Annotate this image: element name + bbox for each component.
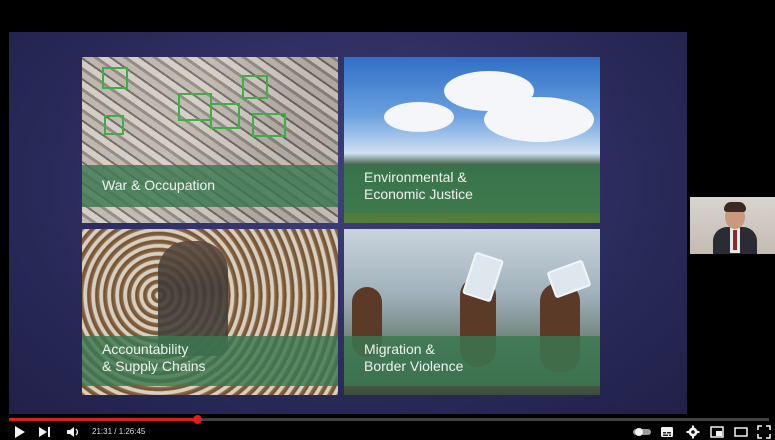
- tile-label-line2: & Supply Chains: [102, 358, 206, 374]
- tile-war-occupation: War & Occupation: [82, 57, 338, 223]
- miniplayer-icon[interactable]: [710, 425, 724, 439]
- highlight-box: [102, 67, 128, 89]
- cloud: [384, 102, 454, 132]
- fullscreen-icon[interactable]: [757, 425, 771, 439]
- tile-label-line1: Migration &: [364, 341, 435, 357]
- gear-icon[interactable]: [686, 425, 700, 439]
- webcam-feed: [690, 197, 775, 254]
- next-icon[interactable]: [38, 425, 52, 439]
- tile-migration-border-violence: Migration & Border Violence: [344, 229, 600, 395]
- highlight-box: [178, 93, 212, 121]
- speaker-tie: [733, 230, 737, 250]
- tile-label-band: Accountability & Supply Chains: [82, 336, 338, 386]
- tile-label-line1: Accountability: [102, 341, 189, 357]
- control-bar: 21:31 / 1:26:45: [0, 424, 775, 440]
- highlight-box: [252, 113, 286, 137]
- highlight-box: [210, 103, 240, 129]
- play-icon[interactable]: [14, 425, 26, 439]
- subtitles-icon[interactable]: [660, 425, 674, 439]
- tile-label-line1: Environmental &: [364, 169, 467, 185]
- tile-label-line2: Border Violence: [364, 358, 464, 374]
- id-card: [546, 259, 592, 299]
- highlight-box: [242, 75, 268, 99]
- autoplay-toggle-icon[interactable]: [632, 425, 652, 439]
- tile-accountability-supply-chains: Accountability & Supply Chains: [82, 229, 338, 395]
- speaker-hair: [724, 202, 746, 212]
- scrubber-handle[interactable]: [192, 415, 202, 424]
- tile-environmental-justice: Environmental & Economic Justice: [344, 57, 600, 223]
- tile-label: War & Occupation: [102, 177, 216, 193]
- progress-bar[interactable]: [9, 415, 769, 424]
- video-player[interactable]: War & Occupation Environmental & Economi…: [0, 0, 775, 440]
- time-display: 21:31 / 1:26:45: [92, 427, 146, 436]
- presentation-slide: War & Occupation Environmental & Economi…: [9, 32, 687, 414]
- tile-label-band: War & Occupation: [82, 165, 338, 207]
- progress-played: [9, 418, 198, 421]
- tile-label-band: Migration & Border Violence: [344, 336, 600, 386]
- theater-icon[interactable]: [734, 425, 748, 439]
- volume-icon[interactable]: [66, 425, 82, 439]
- tile-label-band: Environmental & Economic Justice: [344, 165, 600, 213]
- id-card: [461, 251, 505, 303]
- highlight-box: [104, 115, 124, 135]
- tile-label-line2: Economic Justice: [364, 186, 473, 202]
- cloud: [484, 97, 594, 142]
